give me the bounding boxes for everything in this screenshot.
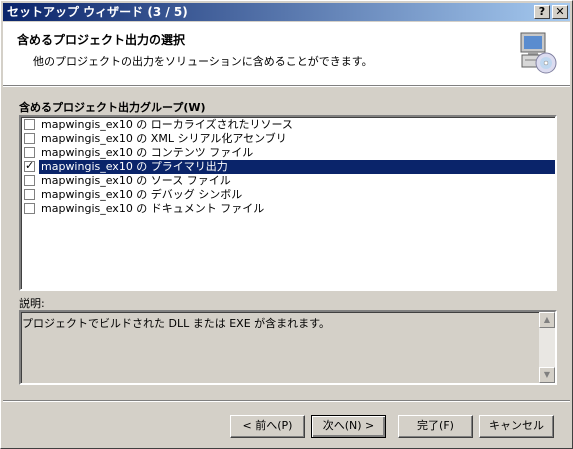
arrow-down-icon: ▼ — [543, 370, 551, 379]
list-item[interactable]: mapwingis_ex10 の コンテンツ ファイル — [23, 146, 555, 160]
back-button[interactable]: < 前へ(P) — [230, 415, 305, 438]
cancel-button[interactable]: キャンセル — [479, 415, 554, 438]
checkmark-icon: ✓ — [25, 159, 35, 172]
title-bar[interactable]: セットアップ ウィザード (3 / 5) ? ✕ — [3, 3, 570, 21]
list-item[interactable]: mapwingis_ex10 の ドキュメント ファイル — [23, 202, 555, 216]
output-groups-list[interactable]: mapwingis_ex10 の ローカライズされたリソース mapwingis… — [19, 115, 557, 291]
close-icon: ✕ — [555, 5, 565, 18]
wizard-header: 含めるプロジェクト出力の選択 他のプロジェクトの出力をソリューションに含めること… — [3, 22, 570, 86]
setup-computer-cd-icon — [518, 30, 558, 74]
checkbox-checked[interactable]: ✓ — [24, 159, 35, 172]
description-label: 説明: — [19, 297, 45, 310]
list-item[interactable]: mapwingis_ex10 の デバッグ シンボル — [23, 188, 555, 202]
checkbox[interactable] — [24, 133, 35, 144]
list-item-label: mapwingis_ex10 の プライマリ出力 — [39, 160, 555, 174]
list-item-label: mapwingis_ex10 の ソース ファイル — [41, 174, 231, 187]
scroll-up-button[interactable]: ▲ — [539, 312, 555, 328]
description-text: プロジェクトでビルドされた DLL または EXE が含まれます。 — [22, 317, 331, 330]
window-title: セットアップ ウィザード (3 / 5) — [7, 5, 188, 19]
checkbox[interactable] — [24, 175, 35, 186]
header-divider — [3, 86, 570, 87]
setup-wizard-window: セットアップ ウィザード (3 / 5) ? ✕ 含めるプロジェクト出力の選択 … — [0, 0, 573, 449]
checkbox[interactable] — [24, 119, 35, 130]
scroll-down-button[interactable]: ▼ — [539, 367, 555, 383]
checkbox[interactable] — [24, 203, 35, 214]
list-item[interactable]: mapwingis_ex10 の ソース ファイル — [23, 174, 555, 188]
finish-button[interactable]: 完了(F) — [398, 415, 473, 438]
list-item[interactable]: mapwingis_ex10 の XML シリアル化アセンブリ — [23, 132, 555, 146]
footer-divider — [3, 400, 570, 402]
list-item[interactable]: mapwingis_ex10 の ローカライズされたリソース — [23, 118, 555, 132]
checkbox[interactable] — [24, 147, 35, 158]
list-item-label: mapwingis_ex10 の ドキュメント ファイル — [41, 202, 265, 215]
close-button[interactable]: ✕ — [552, 5, 568, 19]
description-box: プロジェクトでビルドされた DLL または EXE が含まれます。 ▲ ▼ — [19, 310, 557, 385]
checkbox[interactable] — [24, 189, 35, 200]
page-subtitle: 他のプロジェクトの出力をソリューションに含めることができます。 — [33, 55, 373, 68]
output-groups-label: 含めるプロジェクト出力グループ(W) — [19, 101, 206, 114]
description-scrollbar[interactable]: ▲ ▼ — [539, 312, 555, 383]
list-item-label: mapwingis_ex10 の XML シリアル化アセンブリ — [41, 132, 287, 145]
help-button[interactable]: ? — [534, 5, 550, 19]
page-title: 含めるプロジェクト出力の選択 — [17, 33, 186, 47]
list-item-label: mapwingis_ex10 の コンテンツ ファイル — [41, 146, 254, 159]
list-item-label: mapwingis_ex10 の ローカライズされたリソース — [41, 118, 293, 131]
list-item-selected[interactable]: ✓ mapwingis_ex10 の プライマリ出力 — [23, 159, 555, 174]
list-item-label: mapwingis_ex10 の デバッグ シンボル — [41, 188, 243, 201]
next-button[interactable]: 次へ(N) > — [311, 415, 386, 438]
arrow-up-icon: ▲ — [543, 315, 551, 324]
